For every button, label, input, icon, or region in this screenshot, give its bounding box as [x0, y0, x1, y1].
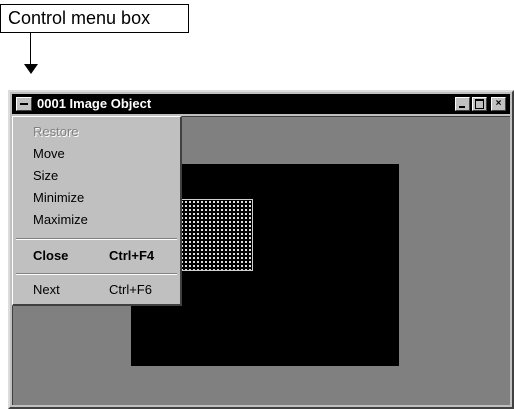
menu-separator: [16, 273, 177, 275]
minimize-button[interactable]: [455, 97, 470, 111]
menu-item-label: Move: [33, 146, 65, 161]
menu-item-label: Close: [33, 248, 69, 263]
menu-item-label: Minimize: [33, 190, 85, 205]
menu-item-close[interactable]: Close Ctrl+F4: [13, 245, 180, 266]
callout-arrow-icon: [24, 64, 38, 74]
callout-label: Control menu box: [0, 4, 189, 33]
menu-item-minimize[interactable]: Minimize: [13, 187, 180, 208]
close-button[interactable]: ×: [491, 97, 506, 111]
control-menu-box-icon[interactable]: [16, 97, 32, 111]
menu-item-label: Maximize: [33, 212, 88, 227]
menu-item-label: Restore: [33, 124, 79, 139]
dither-pattern-image: [179, 199, 253, 271]
menu-item-next[interactable]: Next Ctrl+F6: [13, 279, 180, 300]
menu-item-shortcut: Ctrl+F6: [109, 282, 152, 297]
menu-item-size[interactable]: Size: [13, 165, 180, 186]
callout-line: [30, 33, 31, 67]
title-bar[interactable]: 0001 Image Object ×: [12, 94, 510, 114]
window-title: 0001 Image Object: [37, 96, 152, 111]
control-menu: Restore Move Size Minimize Maximize Clos…: [12, 116, 182, 306]
menu-item-label: Next: [33, 282, 60, 297]
maximize-button[interactable]: [472, 97, 487, 111]
menu-item-move[interactable]: Move: [13, 143, 180, 164]
menu-item-restore[interactable]: Restore: [13, 121, 180, 142]
menu-item-shortcut: Ctrl+F4: [109, 248, 155, 263]
menu-item-maximize[interactable]: Maximize: [13, 209, 180, 230]
menu-item-label: Size: [33, 168, 59, 183]
menu-separator: [16, 238, 177, 240]
